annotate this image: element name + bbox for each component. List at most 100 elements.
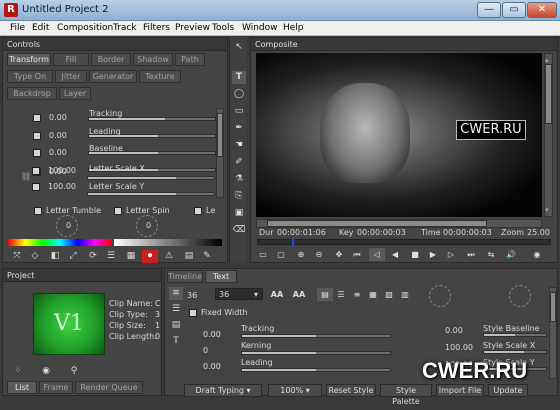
loop-play-icon[interactable]: ⇆ [483, 248, 499, 261]
link-chain-icon[interactable]: ⛓ [21, 172, 31, 181]
camera-icon[interactable]: ◉ [529, 248, 545, 261]
zoom-in-icon[interactable]: ⊕ [293, 248, 309, 261]
ellipse-tool-icon[interactable]: ◯ [232, 88, 246, 101]
preview-hscrollbar[interactable] [256, 219, 542, 228]
style-baseline-value[interactable]: 0.00 [445, 326, 463, 335]
tab-timeline[interactable]: Timeline [167, 270, 203, 283]
row-value[interactable]: 0.00 [49, 113, 67, 122]
menu-tools[interactable]: Tools [212, 23, 234, 33]
brush-tool-icon[interactable]: ✐ [232, 156, 246, 169]
tab-shadow[interactable]: Shadow [133, 53, 173, 66]
resize-icon[interactable]: ⤢ [66, 250, 80, 263]
menu-edit[interactable]: Edit [32, 23, 49, 33]
text-scrollbar[interactable] [549, 287, 557, 379]
rotation-knob-2[interactable] [509, 285, 531, 307]
layers-icon[interactable]: ☰ [104, 250, 118, 263]
import-file-button[interactable]: Import File [436, 384, 484, 397]
minimize-button[interactable]: — [477, 2, 501, 18]
text-frame-icon[interactable]: T [169, 335, 183, 348]
letter-scale-y-value[interactable]: 100.00 [48, 182, 76, 191]
menu-window[interactable]: Window [242, 23, 278, 33]
menu-help[interactable]: Help [283, 23, 304, 33]
tracking-slider[interactable] [241, 334, 391, 338]
tracking-value[interactable]: 0.00 [203, 330, 221, 339]
timeline-scrubber[interactable] [257, 237, 551, 247]
maximize-button[interactable]: ▭ [502, 2, 526, 18]
draft-typing-select[interactable]: Draft Typing ▾ [184, 384, 262, 397]
vertical-icon[interactable]: ▥ [397, 288, 413, 301]
tab-path[interactable]: Path [175, 53, 205, 66]
tab-render-queue[interactable]: Render Queue [75, 381, 143, 394]
step-back-icon[interactable]: ◁ [369, 248, 385, 261]
controls-scrollbar[interactable] [216, 108, 224, 198]
align-left-icon[interactable]: ≡ [169, 287, 183, 300]
close-button[interactable]: ✕ [527, 2, 557, 18]
tab-texture[interactable]: Texture [139, 70, 181, 83]
leading-slider[interactable] [241, 368, 391, 372]
grid-view-icon[interactable]: ⁘ [11, 365, 25, 378]
tab-type-on[interactable]: Type On [7, 70, 53, 83]
arrow-tool-icon[interactable]: ↖ [232, 41, 246, 54]
color-spectrum[interactable] [8, 239, 112, 246]
menu-file[interactable]: File [10, 23, 25, 33]
record-icon[interactable]: ⏺ [142, 250, 158, 263]
letter-spin-checkbox[interactable] [114, 207, 122, 215]
style-scale-x-slider[interactable] [483, 350, 547, 354]
menu-track[interactable]: Track [113, 23, 137, 33]
tab-jitter[interactable]: Jitter [55, 70, 87, 83]
play-back-icon[interactable]: ◀ [387, 248, 403, 261]
keyframe-toggle[interactable] [33, 149, 41, 157]
grow-text-icon[interactable]: AA [269, 288, 285, 301]
letter-scale-x-value[interactable]: 100.00 [48, 166, 76, 175]
playhead[interactable] [292, 237, 294, 247]
screen-icon[interactable]: ▭ [255, 248, 271, 261]
fixed-width-checkbox[interactable] [189, 309, 197, 317]
move-icon[interactable]: ⤧ [10, 250, 24, 263]
clone-tool-icon[interactable]: ⎘ [232, 190, 246, 203]
rotation-knob-1[interactable] [429, 285, 451, 307]
preview-scrollbar[interactable]: ▴ ▾ [544, 53, 553, 217]
clip-thumbnail[interactable]: V1 [33, 293, 105, 355]
letter-scale-x-slider[interactable] [87, 176, 215, 180]
fill-tool-icon[interactable]: ▣ [232, 207, 246, 220]
align-center-icon[interactable]: ☰ [169, 303, 183, 316]
grid2-icon[interactable]: ▤ [182, 250, 196, 263]
justify-center-icon[interactable]: ☰ [333, 288, 349, 301]
tab-backdrop[interactable]: Backdrop [7, 87, 57, 100]
align-right-icon[interactable]: ▤ [169, 319, 183, 332]
bucket-icon[interactable]: ⚲ [67, 365, 81, 378]
step-forward-icon[interactable]: ▷ [443, 248, 459, 261]
edit-icon[interactable]: ✎ [200, 250, 214, 263]
menu-filters[interactable]: Filters [143, 23, 170, 33]
tab-list[interactable]: List [7, 381, 37, 394]
tab-frame[interactable]: Frame [39, 381, 73, 394]
shape-icon[interactable]: ◇ [28, 250, 42, 263]
keyframe-toggle[interactable] [32, 183, 40, 191]
tab-fill[interactable]: Fill [53, 53, 89, 66]
eyedropper-tool-icon[interactable]: ⚗ [232, 173, 246, 186]
menu-composition[interactable]: Composition [57, 23, 113, 33]
justify-left-icon[interactable]: ▤ [317, 288, 333, 301]
rect-tool-icon[interactable]: ▭ [232, 105, 246, 118]
keyframe-toggle[interactable] [32, 167, 40, 175]
pen-tool-icon[interactable]: ✒ [232, 122, 246, 135]
audio-icon[interactable]: 🔊 [503, 248, 519, 261]
eye-icon[interactable]: ◉ [39, 365, 53, 378]
leading-value[interactable]: 0.00 [49, 148, 67, 157]
zoom-out-icon[interactable]: ⊖ [311, 248, 327, 261]
next-key-icon[interactable]: ⏭ [463, 248, 479, 261]
justify-full-icon[interactable]: ▦ [365, 288, 381, 301]
loop-icon[interactable]: ▢ [273, 248, 289, 261]
grid-icon[interactable]: ▦ [124, 250, 138, 263]
font-size-select[interactable]: 36 ▾ [215, 288, 263, 300]
align-icon[interactable]: ◧ [48, 250, 62, 263]
kerning-value[interactable]: 0 [203, 346, 208, 355]
warning-icon[interactable]: ⚠ [162, 250, 176, 263]
play-icon[interactable]: ▶ [425, 248, 441, 261]
preview-overlay-text[interactable]: CWER.RU [456, 120, 526, 140]
kerning-slider[interactable] [241, 351, 391, 355]
fit-icon[interactable]: ✥ [331, 248, 347, 261]
stop-icon[interactable]: ■ [407, 248, 423, 261]
reset-style-button[interactable]: Reset Style [326, 384, 376, 397]
tab-border[interactable]: Border [91, 53, 131, 66]
